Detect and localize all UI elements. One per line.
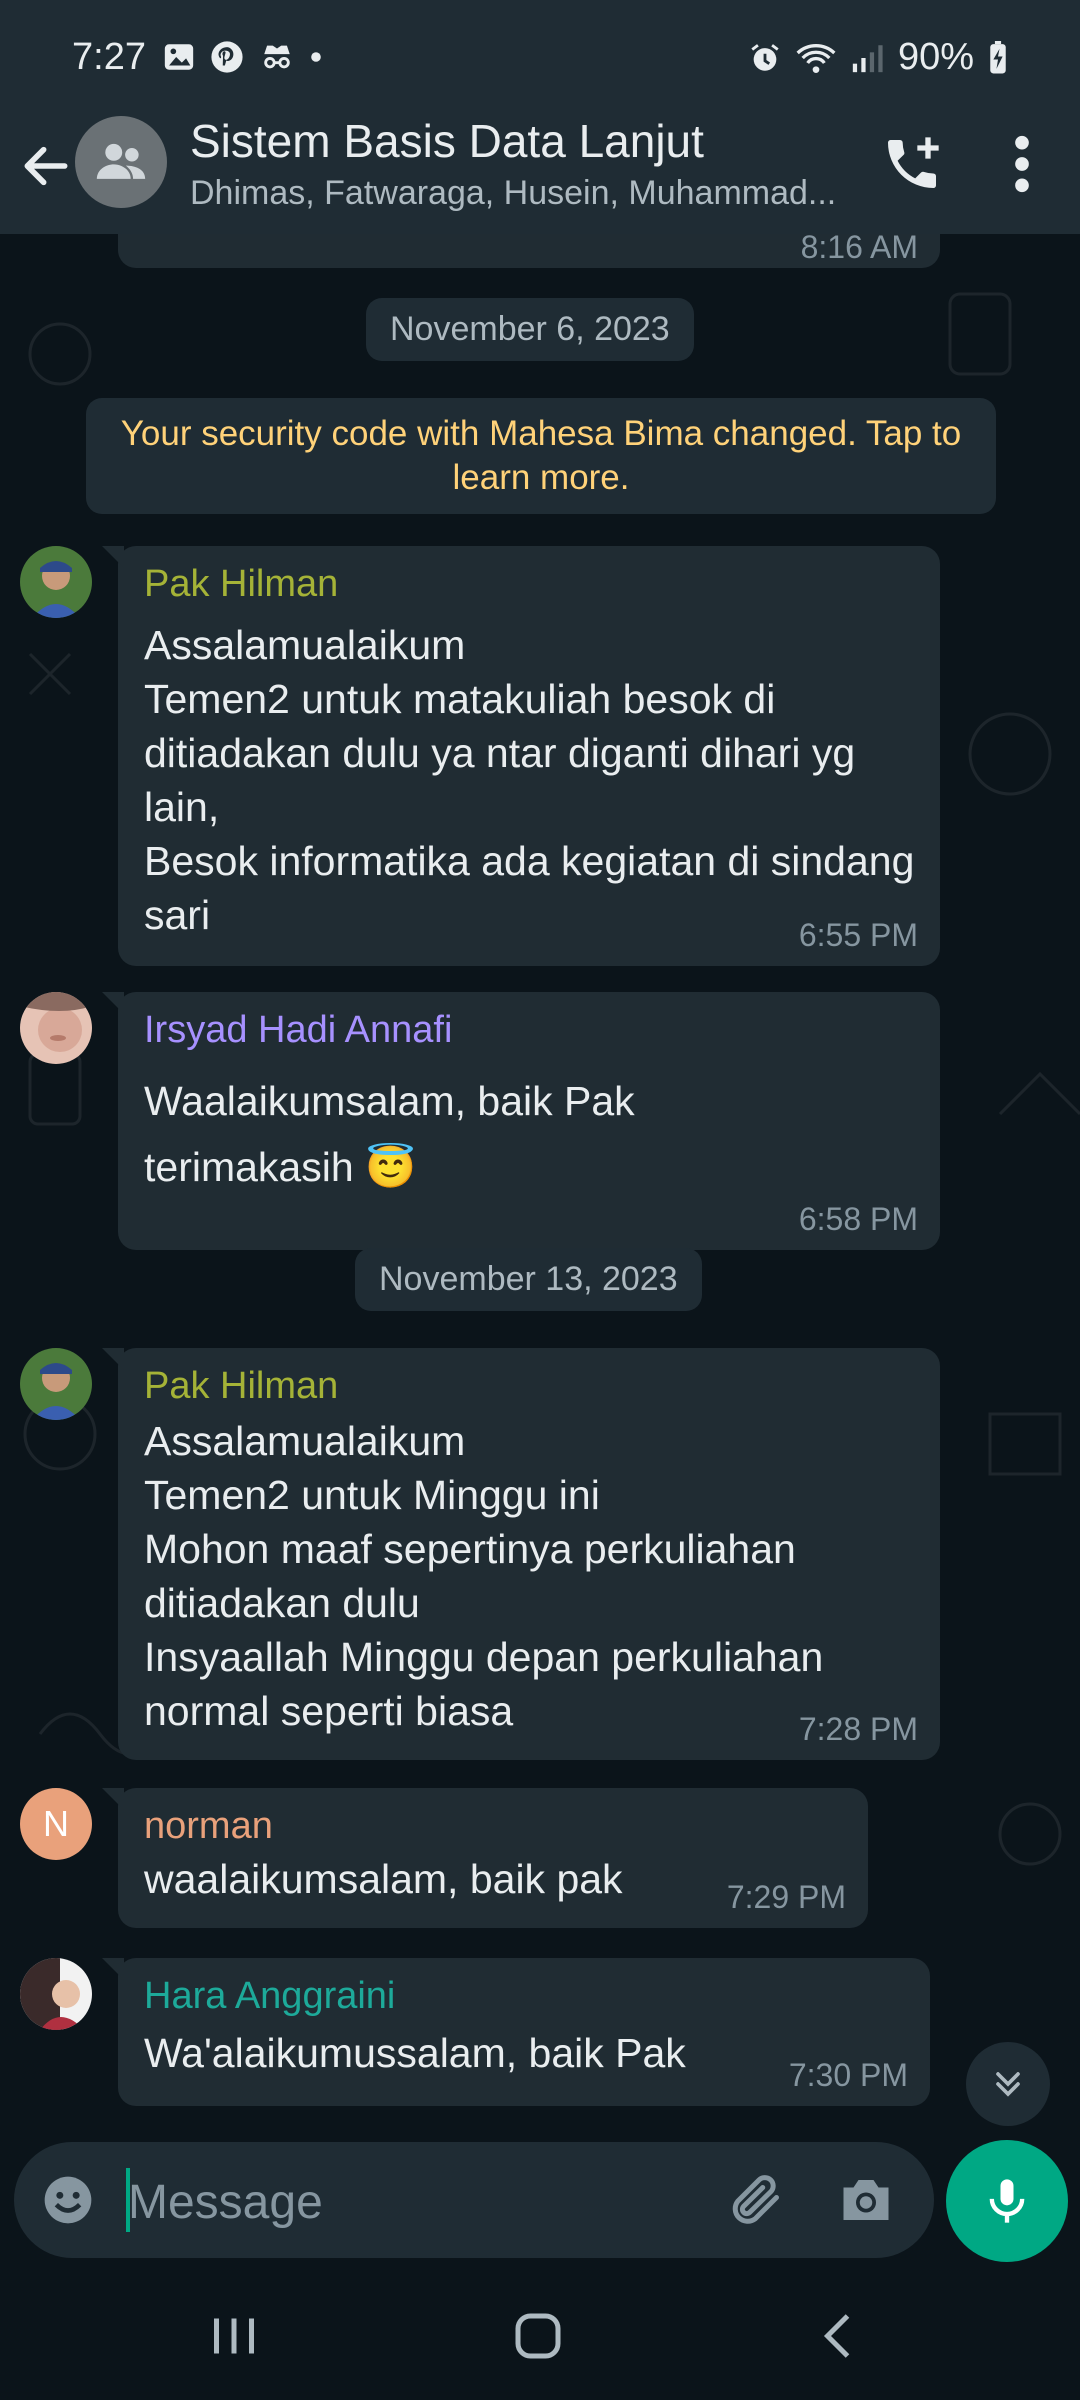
signal-icon	[852, 44, 883, 72]
sender-name[interactable]: Irsyad Hadi Annafi	[144, 1004, 916, 1056]
paperclip-icon[interactable]	[724, 2170, 784, 2230]
incognito-icon	[264, 45, 290, 69]
add-call-icon[interactable]	[880, 132, 944, 196]
double-chevron-down-icon	[996, 2072, 1020, 2097]
dot-icon	[311, 52, 321, 62]
sender-name[interactable]: Pak Hilman	[144, 1360, 916, 1412]
back-nav-icon[interactable]	[810, 2306, 870, 2366]
message-text: Assalamualaikum Temen2 untuk Minggu ini …	[144, 1418, 824, 1734]
group-title[interactable]: Sistem Basis Data Lanjut	[190, 114, 704, 168]
message-text: Assalamualaikum Temen2 untuk matakuliah …	[144, 622, 915, 938]
system-icons: 90%	[748, 36, 1008, 79]
message-time: 6:55 PM	[798, 917, 918, 953]
bubble-tail	[102, 1348, 124, 1370]
system-message[interactable]: Your security code with Mahesa Bima chan…	[86, 398, 996, 514]
more-vert-icon[interactable]	[1000, 132, 1044, 196]
avatar-hara[interactable]	[20, 1958, 92, 2030]
battery-percent: 90%	[897, 36, 974, 78]
message-composer	[14, 2142, 934, 2258]
profile-photo	[20, 992, 92, 1064]
wifi-icon	[796, 43, 836, 73]
avatar-letter: N	[43, 1803, 69, 1844]
avatar-irsyad[interactable]	[20, 992, 92, 1064]
status-time: 7:27	[72, 36, 146, 78]
notification-icons	[162, 40, 322, 74]
message-text: Waalaikumsalam, baik Pak terimakasih 😇	[144, 1078, 635, 1190]
sender-name[interactable]: Hara Anggraini	[144, 1970, 906, 2022]
group-avatar[interactable]	[75, 116, 167, 208]
profile-photo	[20, 1958, 92, 2030]
bubble-tail	[102, 546, 124, 568]
system-nav-bar	[0, 2270, 1080, 2400]
mic-icon	[989, 2179, 1025, 2223]
gallery-icon	[164, 44, 194, 70]
message-time: 7:30 PM	[788, 2057, 908, 2093]
home-icon[interactable]	[508, 2306, 568, 2366]
message-time: 6:58 PM	[798, 1201, 918, 1237]
camera-icon[interactable]	[836, 2170, 896, 2230]
profile-photo	[20, 1348, 92, 1420]
battery-charging-icon	[990, 40, 1006, 73]
scroll-to-bottom-button[interactable]	[966, 2042, 1050, 2126]
message-bubble[interactable]: Hara Anggraini Wa'alaikumussalam, baik P…	[102, 1958, 930, 2106]
status-bar: 7:27 90%	[0, 0, 1080, 120]
message-input[interactable]	[126, 2170, 690, 2234]
voice-record-button[interactable]	[946, 2140, 1068, 2262]
bubble-tail	[102, 1788, 124, 1810]
avatar-norman[interactable]: N	[20, 1788, 92, 1860]
profile-photo	[20, 546, 92, 618]
recent-apps-icon[interactable]	[204, 2306, 264, 2366]
emoji-icon[interactable]	[40, 2172, 96, 2228]
chat-area[interactable]: 8:16 AM November 6, 2023 Your security c…	[0, 234, 1080, 2134]
avatar-pak-hilman[interactable]	[20, 546, 92, 618]
pinterest-icon	[211, 41, 243, 73]
group-members[interactable]: Dhimas, Fatwaraga, Husein, Muhammad...	[190, 174, 850, 213]
message-bubble[interactable]: Pak Hilman Assalamualaikum Temen2 untuk …	[102, 1348, 940, 1760]
message-time: 7:28 PM	[798, 1711, 918, 1747]
previous-message-bubble[interactable]: 8:16 AM	[118, 234, 940, 268]
sender-name[interactable]: norman	[144, 1800, 844, 1852]
alarm-icon	[751, 43, 779, 71]
chat-header: Sistem Basis Data Lanjut Dhimas, Fatwara…	[0, 110, 1080, 234]
group-avatar-icon	[96, 143, 146, 179]
bubble-tail	[102, 1958, 124, 1980]
message-bubble[interactable]: Pak Hilman Assalamualaikum Temen2 untuk …	[102, 546, 940, 966]
sender-name[interactable]: Pak Hilman	[144, 558, 916, 610]
message-time: 8:16 AM	[800, 234, 918, 265]
message-bubble[interactable]: norman waalaikumsalam, baik pak 7:29 PM	[102, 1788, 868, 1928]
avatar-pak-hilman[interactable]	[20, 1348, 92, 1420]
bubble-tail	[102, 992, 124, 1014]
date-chip: November 13, 2023	[355, 1248, 702, 1311]
message-time: 7:29 PM	[726, 1879, 846, 1915]
arrow-left-icon[interactable]	[18, 138, 74, 194]
date-chip: November 6, 2023	[366, 298, 694, 361]
message-bubble[interactable]: Irsyad Hadi Annafi Waalaikumsalam, baik …	[102, 992, 940, 1250]
